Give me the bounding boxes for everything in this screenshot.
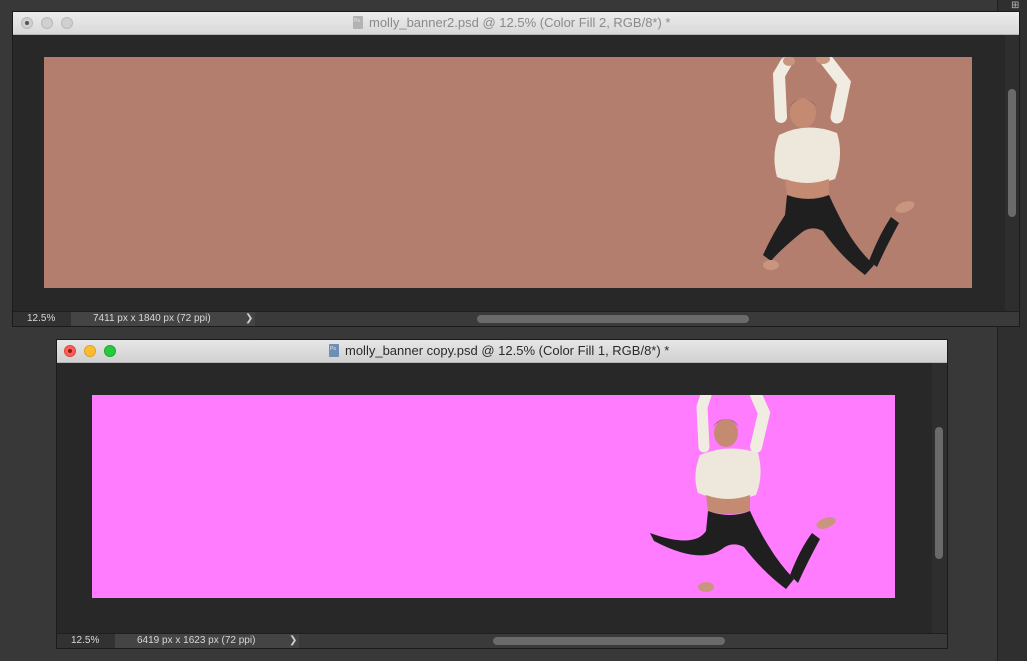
document-window-banner2[interactable]: molly_banner2.psd @ 12.5% (Color Fill 2,… [12,11,1020,327]
status-bar: 12.5% 7411 px x 1840 px (72 ppi) ❯ [13,311,1019,326]
status-bar: 12.5% 6419 px x 1623 px (72 ppi) ❯ [57,633,947,648]
close-icon[interactable] [64,345,76,357]
minimize-icon[interactable] [41,17,53,29]
document-window-banner-copy[interactable]: molly_banner copy.psd @ 12.5% (Color Fil… [56,339,948,649]
close-icon[interactable] [21,17,33,29]
photoshop-file-icon [329,344,339,357]
horizontal-scroll-thumb[interactable] [477,315,749,323]
chevron-right-icon[interactable]: ❯ [289,634,297,648]
canvas-area[interactable] [13,35,1005,313]
horizontal-scroll-thumb[interactable] [493,637,725,645]
banner-artboard[interactable] [44,57,972,288]
document-info[interactable]: 7411 px x 1840 px (72 ppi) [71,312,255,326]
vertical-scroll-thumb[interactable] [935,427,943,559]
minimize-icon[interactable] [84,345,96,357]
vertical-scrollbar[interactable] [1005,35,1019,313]
chevron-right-icon[interactable]: ❯ [245,312,253,326]
vertical-scrollbar[interactable] [932,363,947,634]
window-titlebar[interactable]: molly_banner copy.psd @ 12.5% (Color Fil… [57,340,947,363]
zoom-level-field[interactable]: 12.5% [57,634,115,648]
banner-artboard[interactable] [92,395,895,598]
maximize-icon[interactable] [104,345,116,357]
window-titlebar[interactable]: molly_banner2.psd @ 12.5% (Color Fill 2,… [13,12,1019,35]
document-info[interactable]: 6419 px x 1623 px (72 ppi) [115,634,299,648]
window-title-text: molly_banner2.psd @ 12.5% (Color Fill 2,… [369,15,671,30]
canvas-area[interactable] [57,363,932,634]
window-title: molly_banner2.psd @ 12.5% (Color Fill 2,… [353,12,671,34]
photoshop-file-icon [353,16,363,29]
zoom-level-field[interactable]: 12.5% [13,312,71,326]
window-title-text: molly_banner copy.psd @ 12.5% (Color Fil… [345,343,670,358]
dancer-image [719,57,919,288]
maximize-icon[interactable] [61,17,73,29]
window-title: molly_banner copy.psd @ 12.5% (Color Fil… [329,340,669,362]
vertical-scroll-thumb[interactable] [1008,89,1016,217]
dancer-image [644,395,844,598]
